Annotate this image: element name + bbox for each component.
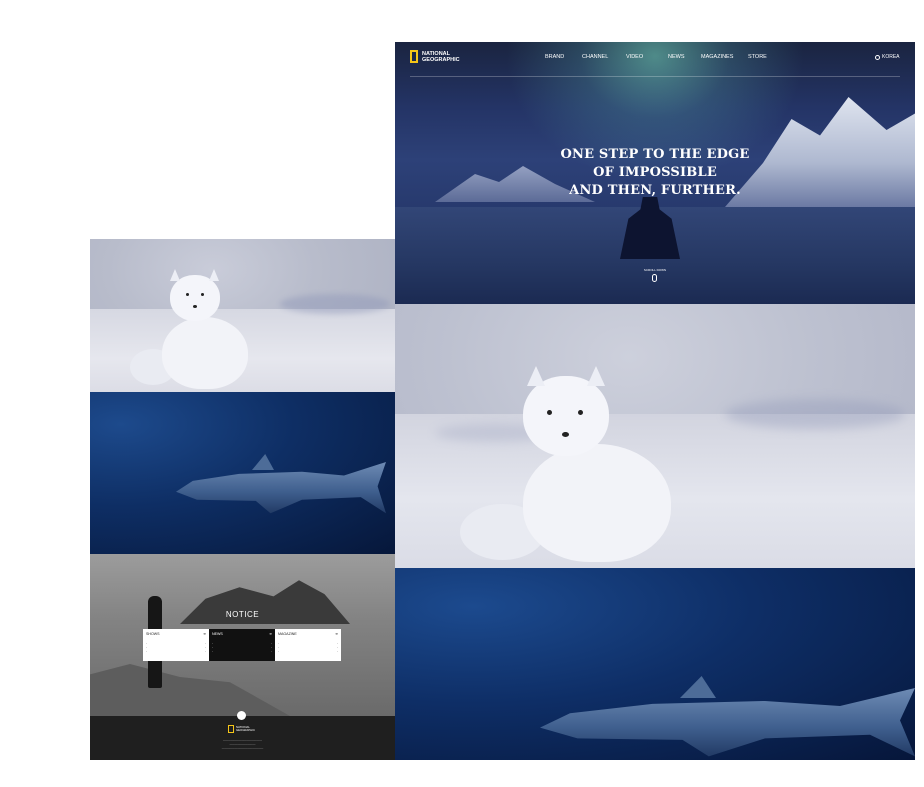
- card-title: MAGAZINE: [278, 632, 297, 636]
- list-item[interactable]: · ·: [146, 650, 206, 654]
- mouse-scroll-icon[interactable]: [652, 274, 657, 282]
- arctic-fox: [162, 317, 248, 389]
- fox-eye-right: [578, 410, 583, 415]
- footer: [90, 716, 395, 760]
- card-rows: · · · · · ·: [146, 642, 206, 654]
- desktop-preview-panel: NATIONAL GEOGRAPHIC BRAND CHANNEL VIDEO N…: [395, 42, 915, 760]
- nav-store[interactable]: STORE: [748, 54, 767, 60]
- snow-shadow: [725, 399, 905, 429]
- top-navigation: NATIONAL GEOGRAPHIC BRAND CHANNEL VIDEO N…: [395, 42, 915, 76]
- fox-nose: [193, 305, 197, 308]
- rock-foreground: [90, 664, 290, 716]
- footer-logo[interactable]: NATIONAL GEOGRAPHIC: [228, 725, 255, 733]
- card-title: NEWS: [212, 632, 223, 636]
- list-item[interactable]: · ·: [278, 650, 338, 654]
- fox-ear-left: [170, 269, 180, 281]
- scroll-top-button[interactable]: [237, 711, 246, 720]
- shark: [540, 688, 915, 757]
- scroll-down-label[interactable]: SCROLL DOWN: [395, 268, 915, 272]
- notice-card-news[interactable]: NEWS ➜ · · · · · ·: [209, 629, 275, 661]
- footer-info: ——————————————— —————————— —————————————…: [90, 739, 395, 751]
- nav-channel[interactable]: CHANNEL: [582, 54, 608, 60]
- nav-news[interactable]: NEWS: [668, 54, 685, 60]
- fox-ear-right: [587, 366, 605, 386]
- fox-nose: [562, 432, 569, 437]
- shark-section: [90, 392, 395, 554]
- arctic-fox-section: [90, 239, 395, 392]
- list-item[interactable]: · ·: [212, 650, 272, 654]
- arctic-fox: [523, 444, 671, 562]
- arrow-right-icon[interactable]: ➜: [335, 632, 338, 636]
- nav-brand[interactable]: BRAND: [545, 54, 564, 60]
- language-selector[interactable]: KOREA: [875, 54, 900, 60]
- logo-frame-icon: [228, 725, 234, 733]
- notice-card-magazine[interactable]: MAGAZINE ➜ · · · · · ·: [275, 629, 341, 661]
- arctic-fox-section: [395, 304, 915, 568]
- nav-video[interactable]: VIDEO: [626, 54, 643, 60]
- globe-icon: [875, 54, 880, 60]
- card-rows: · · · · · ·: [212, 642, 272, 654]
- footer-line: ————————————————: [221, 747, 264, 750]
- shark-section: [395, 568, 915, 760]
- arrow-right-icon[interactable]: ➜: [203, 632, 206, 636]
- brand-logo[interactable]: NATIONAL GEOGRAPHIC: [410, 50, 460, 63]
- fox-eye-left: [186, 293, 189, 296]
- arrow-right-icon[interactable]: ➜: [269, 632, 272, 636]
- shark: [176, 462, 386, 514]
- fox-eye-left: [547, 410, 552, 415]
- mobile-preview-panel: NOTICE SHOWS ➜ · · · · · · NEWS ➜ · · · · · · …: [90, 239, 395, 760]
- fox-ear-right: [209, 269, 219, 281]
- notice-title: NOTICE: [225, 610, 260, 619]
- hero-title: ONE STEP TO THE EDGE OF IMPOSSIBLE AND T…: [560, 147, 750, 198]
- fox-head: [523, 376, 609, 456]
- fox-head: [170, 275, 220, 321]
- hero-section: NATIONAL GEOGRAPHIC BRAND CHANNEL VIDEO N…: [395, 42, 915, 304]
- nav-divider: [410, 76, 900, 77]
- fox-eye-right: [201, 293, 204, 296]
- card-title: SHOWS: [146, 632, 160, 636]
- shark-fin: [680, 676, 716, 698]
- logo-frame-icon: [410, 50, 418, 63]
- nav-magazines[interactable]: MAGAZINES: [701, 54, 733, 60]
- fox-ear-left: [527, 366, 545, 386]
- shark-fin: [252, 454, 274, 470]
- notice-card-shows[interactable]: SHOWS ➜ · · · · · ·: [143, 629, 209, 661]
- snow-shadow: [280, 294, 390, 314]
- notice-section: NOTICE SHOWS ➜ · · · · · · NEWS ➜ · · · · · · …: [90, 554, 395, 716]
- card-rows: · · · · · ·: [278, 642, 338, 654]
